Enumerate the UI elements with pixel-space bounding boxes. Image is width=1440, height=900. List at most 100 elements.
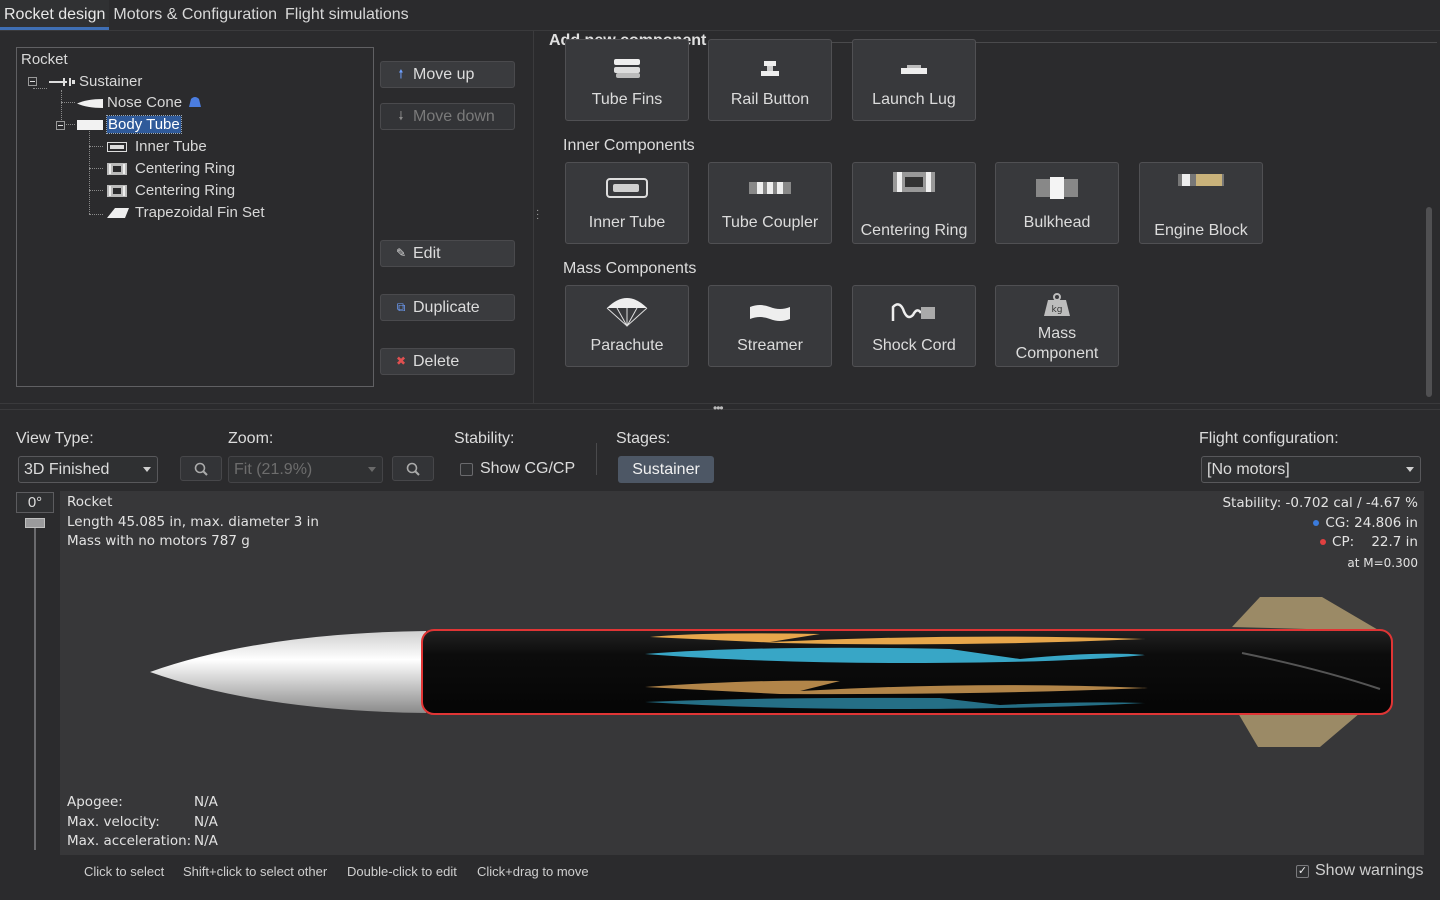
rotation-slider-thumb[interactable] bbox=[25, 518, 45, 528]
collapse-sustainer-toggle[interactable] bbox=[28, 77, 37, 86]
flight-config-value: [No motors] bbox=[1207, 461, 1290, 478]
tree-node-centering-ring-1[interactable]: Centering Ring bbox=[107, 159, 235, 179]
delete-button[interactable]: ✖ Delete bbox=[380, 348, 515, 375]
add-engine-block-button[interactable]: Engine Block bbox=[1139, 162, 1263, 244]
cg-row: CG: 24.806 in bbox=[1222, 514, 1418, 534]
show-cgcp-checkbox[interactable] bbox=[460, 463, 473, 476]
tree-node-rocket[interactable]: Rocket bbox=[21, 50, 68, 70]
rocket-info: Rocket Length 45.085 in, max. diameter 3… bbox=[67, 493, 319, 552]
tree-node-inner-tube[interactable]: Inner Tube bbox=[107, 137, 207, 157]
main-tabs: Rocket design Motors & Configuration Fli… bbox=[0, 0, 1440, 31]
tree-node-centering-ring-2[interactable]: Centering Ring bbox=[107, 181, 235, 201]
add-centering-ring-button[interactable]: Centering Ring bbox=[852, 162, 976, 244]
cp-marker-icon bbox=[1320, 539, 1327, 545]
parachute-icon bbox=[566, 296, 688, 328]
tree-node-body-tube[interactable]: Body Tube bbox=[77, 115, 182, 135]
collapse-body-tube-toggle[interactable] bbox=[56, 121, 65, 130]
engine-block-label: Engine Block bbox=[1154, 222, 1248, 239]
nose-cone bbox=[150, 631, 426, 713]
nose-cone-icon bbox=[77, 99, 103, 108]
max-velocity-label: Max. velocity: bbox=[67, 813, 160, 830]
stage-icon bbox=[49, 78, 75, 86]
zoom-in-icon bbox=[406, 462, 420, 476]
duplicate-icon: ⧉ bbox=[396, 300, 406, 314]
add-inner-tube-button[interactable]: Inner Tube bbox=[565, 162, 689, 244]
tree-node-nose-cone[interactable]: Nose Cone bbox=[77, 93, 202, 113]
streamer-label: Streamer bbox=[737, 337, 803, 354]
duplicate-label: Duplicate bbox=[413, 299, 480, 316]
move-down-button[interactable]: 🠗 Move down bbox=[380, 103, 515, 130]
rocket-name: Rocket bbox=[67, 494, 113, 510]
stages-label: Stages: bbox=[616, 430, 671, 447]
tree-line bbox=[89, 146, 103, 147]
tree-node-label: Centering Ring bbox=[135, 160, 236, 177]
add-tube-coupler-button[interactable]: Tube Coupler bbox=[708, 162, 832, 244]
max-velocity-value: N/A bbox=[194, 813, 218, 830]
flight-config-label: Flight configuration: bbox=[1199, 430, 1339, 447]
duplicate-button[interactable]: ⧉ Duplicate bbox=[380, 294, 515, 321]
splitter-grip-icon[interactable]: ••• bbox=[713, 401, 724, 415]
mach-value: at M=0.300 bbox=[1347, 555, 1418, 570]
tab-flight-simulations[interactable]: Flight simulations bbox=[281, 0, 413, 30]
cp-row: CP: 22.7 in bbox=[1222, 533, 1418, 553]
add-rail-button-button[interactable]: Rail Button bbox=[708, 39, 832, 121]
parachute-label: Parachute bbox=[590, 337, 664, 354]
mass-components-title: Mass Components bbox=[563, 260, 697, 277]
rotation-slider-track[interactable] bbox=[34, 520, 36, 850]
hint-click-drag: Click+drag to move bbox=[477, 864, 589, 879]
centering-ring-label: Centering Ring bbox=[860, 222, 968, 239]
add-tube-fins-button[interactable]: Tube Fins bbox=[565, 39, 689, 121]
arrow-down-icon: 🠗 bbox=[398, 109, 404, 123]
cg-label: CG: bbox=[1325, 514, 1350, 531]
rotation-field[interactable]: 0° bbox=[16, 492, 54, 513]
add-bulkhead-button[interactable]: Bulkhead bbox=[995, 162, 1119, 244]
add-launch-lug-button[interactable]: Launch Lug bbox=[852, 39, 976, 121]
splitter-grip-icon[interactable]: · · · bbox=[536, 206, 539, 224]
move-down-label: Move down bbox=[413, 108, 495, 125]
show-warnings-label: Show warnings bbox=[1315, 862, 1424, 879]
zoom-select[interactable]: Fit (21.9%) bbox=[228, 456, 383, 483]
hint-click-select: Click to select bbox=[84, 864, 165, 879]
flight-config-select[interactable]: [No motors] bbox=[1201, 456, 1421, 483]
edit-button[interactable]: ✎ Edit bbox=[380, 240, 515, 267]
inner-tube-icon bbox=[566, 173, 688, 203]
tree-node-label: Trapezoidal Fin Set bbox=[135, 204, 265, 221]
tab-rocket-design[interactable]: Rocket design bbox=[0, 0, 110, 30]
stability-info: Stability: -0.702 cal / -4.67 % CG: 24.8… bbox=[1222, 494, 1418, 573]
add-streamer-button[interactable]: Streamer bbox=[708, 285, 832, 367]
delete-label: Delete bbox=[413, 353, 460, 370]
apogee-label: Apogee: bbox=[67, 794, 123, 810]
zoom-out-button[interactable] bbox=[180, 456, 222, 481]
tree-node-fin-set[interactable]: Trapezoidal Fin Set bbox=[107, 203, 265, 223]
chevron-down-icon bbox=[368, 467, 376, 472]
hint-double-click: Double-click to edit bbox=[347, 864, 457, 879]
move-up-button[interactable]: 🠕 Move up bbox=[380, 61, 515, 88]
palette-scrollbar[interactable] bbox=[1426, 207, 1432, 397]
inner-components-title: Inner Components bbox=[563, 137, 695, 154]
tree-node-label: Body Tube bbox=[106, 115, 182, 134]
add-shock-cord-button[interactable]: Shock Cord bbox=[852, 285, 976, 367]
svg-text:kg: kg bbox=[1052, 305, 1063, 315]
add-mass-component-button[interactable]: kg Mass Component bbox=[995, 285, 1119, 367]
rocket-figure[interactable]: Rocket Length 45.085 in, max. diameter 3… bbox=[60, 491, 1424, 855]
add-parachute-button[interactable]: Parachute bbox=[565, 285, 689, 367]
tab-motors-configuration[interactable]: Motors & Configuration bbox=[109, 0, 281, 30]
view-type-select[interactable]: 3D Finished bbox=[18, 456, 158, 483]
centering-ring-icon bbox=[107, 185, 127, 197]
zoom-in-button[interactable] bbox=[392, 456, 434, 481]
tree-line bbox=[89, 128, 90, 214]
component-tree[interactable]: Rocket Sustainer Nose Cone Body Tube Inn… bbox=[16, 47, 374, 387]
stability-label: Stability: bbox=[454, 430, 515, 447]
show-warnings-checkbox[interactable]: ✓ bbox=[1296, 865, 1309, 878]
inner-tube-icon bbox=[107, 142, 127, 152]
flight-summary: Apogee: N/A Max. velocity: N/A Max. accele… bbox=[67, 793, 218, 852]
bulkhead-label: Bulkhead bbox=[1023, 214, 1091, 231]
streamer-icon bbox=[709, 298, 831, 328]
delete-icon: ✖ bbox=[395, 354, 407, 368]
stage-sustainer-toggle[interactable]: Sustainer bbox=[618, 456, 714, 483]
vertical-splitter[interactable] bbox=[533, 31, 534, 403]
centering-ring-icon bbox=[107, 163, 127, 175]
tree-node-sustainer[interactable]: Sustainer bbox=[49, 72, 142, 92]
tube-coupler-icon bbox=[709, 173, 831, 203]
fin bbox=[1238, 713, 1360, 747]
